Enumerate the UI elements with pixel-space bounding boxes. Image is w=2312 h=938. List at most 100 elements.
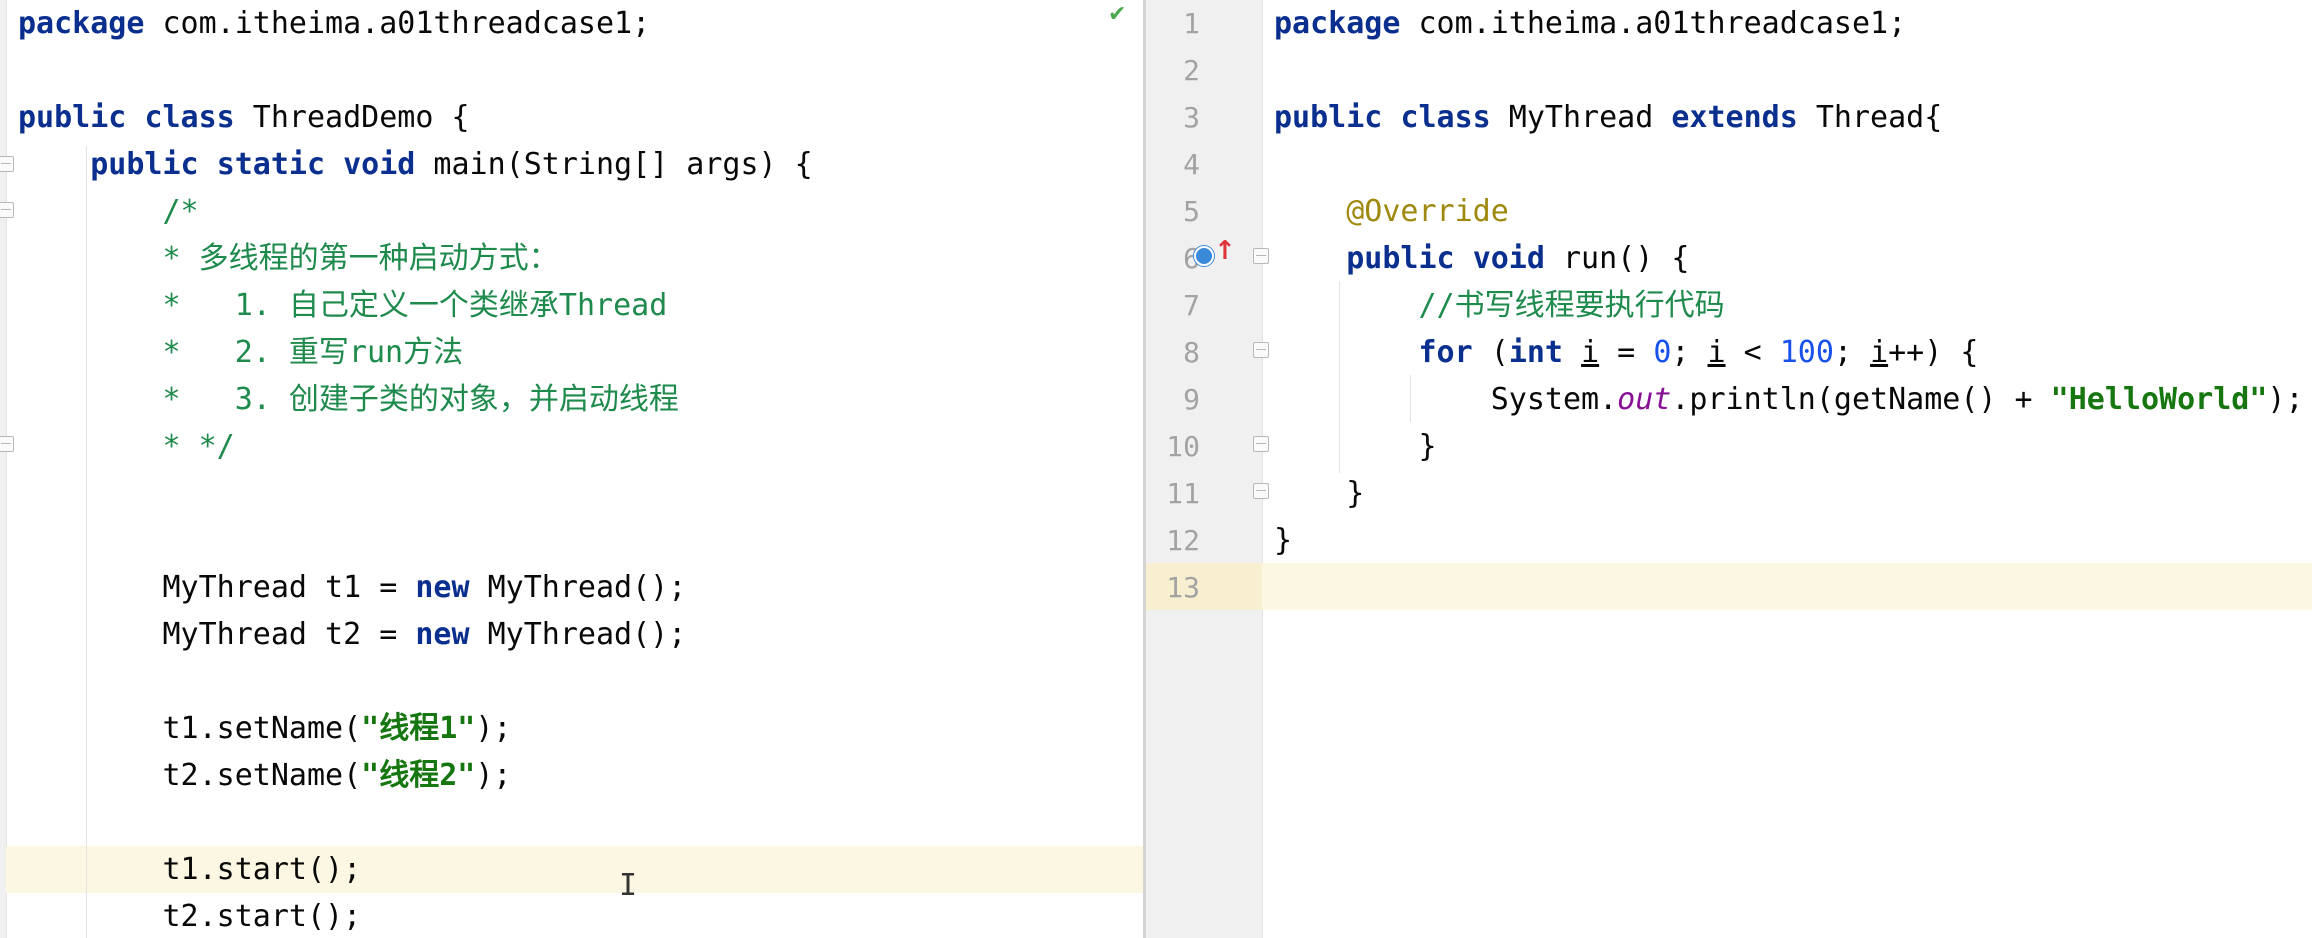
code-token: class (1400, 100, 1491, 135)
code-token: /* (162, 194, 199, 229)
fold-marker[interactable] (1253, 436, 1269, 452)
left-editor[interactable]: package com.itheima.a01threadcase1; publi… (0, 0, 1143, 938)
code-token: com.itheima.a01threadcase1; (1400, 6, 1907, 41)
right-editor[interactable]: 1 2 3 4 5 6 7 8 9 10 11 12 13 package com.itheima.a0… (1146, 0, 2312, 938)
code-line[interactable]: * 2. 重写run方法 (18, 329, 464, 376)
code-token: t1.setName( (18, 711, 362, 746)
code-line[interactable]: public class ThreadDemo { (18, 94, 470, 141)
fold-marker[interactable] (0, 156, 14, 172)
code-token: new (415, 617, 470, 652)
code-line[interactable]: * 1. 自己定义一个类继承Thread (18, 282, 668, 329)
code-token: main(String[] args) { (415, 147, 813, 182)
code-token: t2.setName( (18, 758, 362, 793)
code-line[interactable]: * */ (18, 423, 235, 470)
fold-marker[interactable] (1253, 248, 1269, 264)
line-number: 10 (1166, 430, 1200, 463)
line-number: 11 (1166, 477, 1200, 510)
code-token: void (1472, 241, 1545, 276)
line-number: 4 (1183, 148, 1200, 181)
code-token: * 2. 重写run方法 (162, 335, 464, 370)
code-token: 100 (1779, 335, 1834, 370)
code-token: System. (1274, 382, 1618, 417)
code-token: package (1274, 6, 1401, 41)
code-line[interactable]: for (int i = 0; i < 100; i++) { (1274, 329, 1979, 376)
override-method-icon[interactable] (1194, 246, 1214, 266)
code-token: //书写线程要执行代码 (1418, 288, 1725, 323)
code-token: i (1870, 335, 1889, 370)
code-token: ( (1472, 335, 1509, 370)
code-line[interactable]: * 3. 创建子类的对象，并启动线程 (18, 376, 679, 423)
line-number: 3 (1183, 101, 1200, 134)
code-token: "线程2" (361, 758, 476, 793)
code-token: package (18, 6, 145, 41)
code-token: MyThread t2 = (18, 617, 416, 652)
code-token: @Override (1346, 194, 1509, 229)
line-number: 5 (1183, 195, 1200, 228)
code-token: extends (1671, 100, 1798, 135)
text-cursor-icon: I (619, 868, 638, 903)
code-token: i (1581, 335, 1600, 370)
code-token: t2.start(); (18, 899, 362, 934)
code-line[interactable]: MyThread t1 = new MyThread(); (18, 564, 686, 611)
line-number: 1 (1183, 7, 1200, 40)
fold-marker[interactable] (0, 436, 14, 452)
code-line[interactable]: * 多线程的第一种启动方式： (18, 235, 559, 282)
code-token: < (1725, 335, 1780, 370)
code-line[interactable]: } (1274, 423, 1436, 470)
code-token: * 1. 自己定义一个类继承Thread (162, 288, 668, 323)
code-line[interactable]: public static void main(String[] args) { (18, 141, 813, 188)
code-line[interactable]: package com.itheima.a01threadcase1; (1274, 0, 1906, 47)
code-line[interactable]: MyThread t2 = new MyThread(); (18, 611, 686, 658)
fold-marker[interactable] (0, 202, 14, 218)
code-line[interactable]: t2.start(); (18, 893, 361, 938)
code-line[interactable]: /* (18, 188, 199, 235)
check-icon[interactable]: ✔ (1108, 2, 1126, 27)
fold-marker[interactable] (1253, 483, 1269, 499)
code-token: ThreadDemo { (234, 100, 470, 135)
line-number: 12 (1166, 524, 1200, 557)
code-token: class (144, 100, 235, 135)
code-line[interactable]: System.out.println(getName() + "HelloWor… (1274, 376, 2304, 423)
code-token: for (1418, 335, 1473, 370)
code-token: ); (475, 758, 512, 793)
fold-marker[interactable] (1253, 342, 1269, 358)
code-token: .println(getName() + (1671, 382, 2051, 417)
code-line[interactable]: package com.itheima.a01threadcase1; (18, 0, 650, 47)
code-line[interactable]: public void run() { (1274, 235, 1689, 282)
code-token: MyThread (1490, 100, 1672, 135)
code-token: ; (1833, 335, 1871, 370)
code-token: public (1346, 241, 1455, 276)
code-token: MyThread t1 = (18, 570, 416, 605)
code-line[interactable]: t1.start(); (18, 846, 361, 893)
code-token: ); (2267, 382, 2304, 417)
code-line[interactable]: t2.setName("线程2"); (18, 752, 511, 799)
fold-gutter (0, 0, 7, 938)
code-line[interactable]: } (1274, 517, 1292, 564)
code-token: * 3. 创建子类的对象，并启动线程 (162, 382, 679, 417)
line-number: 13 (1166, 571, 1200, 604)
code-line[interactable]: //书写线程要执行代码 (1274, 282, 1725, 329)
code-token: int (1508, 335, 1563, 370)
code-token: 0 (1653, 335, 1672, 370)
code-token: out (1617, 382, 1672, 417)
code-token: run() { (1544, 241, 1690, 276)
code-token: static (216, 147, 326, 182)
code-line[interactable]: @Override (1274, 188, 1509, 235)
code-line[interactable]: } (1274, 470, 1364, 517)
code-line[interactable]: public class MyThread extends Thread{ (1274, 94, 1942, 141)
implements-arrow-icon[interactable]: ↑ (1214, 236, 1236, 266)
code-token: MyThread(); (469, 617, 687, 652)
code-token: void (343, 147, 416, 182)
code-line[interactable]: t1.setName("线程1"); (18, 705, 511, 752)
